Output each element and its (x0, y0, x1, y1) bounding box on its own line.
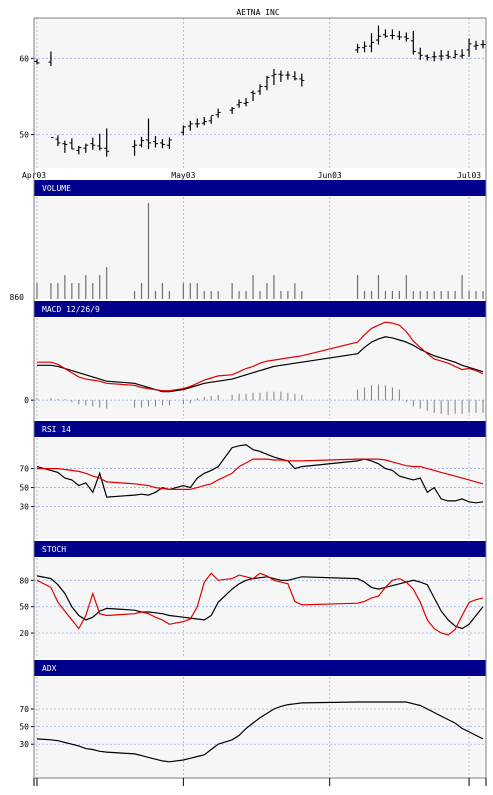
stock-chart: AETNA INC 6050 Apr03 May03 Jun03 Jul03 VOLU… (0, 0, 493, 795)
y-tick-label: 70 (19, 465, 29, 474)
adx-title: ADX (42, 664, 57, 673)
y-tick-label: 0 (24, 396, 29, 405)
y-tick-label: 860 (10, 293, 25, 302)
y-tick-label: 60 (19, 54, 29, 63)
y-tick-label: 50 (19, 603, 29, 612)
stoch-header-bar (34, 541, 486, 557)
y-tick-label: 20 (19, 629, 29, 638)
y-tick-label: 50 (19, 484, 29, 493)
x-tick-label: Jun03 (318, 171, 342, 180)
x-tick-label: Jul03 (457, 171, 481, 180)
y-tick-label: 30 (19, 740, 29, 749)
stoch-title: STOCH (42, 545, 66, 554)
macd-title: MACD 12/26/9 (42, 305, 100, 314)
plot-background (34, 677, 486, 778)
y-tick-label: 30 (19, 503, 29, 512)
y-tick-label: 80 (19, 576, 29, 585)
x-tick-label: May03 (171, 171, 195, 180)
volume-header-bar (34, 180, 486, 196)
plot-background (34, 438, 486, 539)
plot-background (34, 197, 486, 299)
rsi-title: RSI 14 (42, 425, 71, 434)
y-tick-label: 50 (19, 131, 29, 140)
macd-header-bar (34, 301, 486, 317)
volume-title: VOLUME (42, 184, 71, 193)
plot-background (34, 318, 486, 419)
price-title: AETNA INC (236, 8, 280, 17)
rsi-header-bar (34, 421, 486, 437)
adx-header-bar (34, 660, 486, 676)
y-tick-label: 70 (19, 705, 29, 714)
y-tick-label: 50 (19, 723, 29, 732)
